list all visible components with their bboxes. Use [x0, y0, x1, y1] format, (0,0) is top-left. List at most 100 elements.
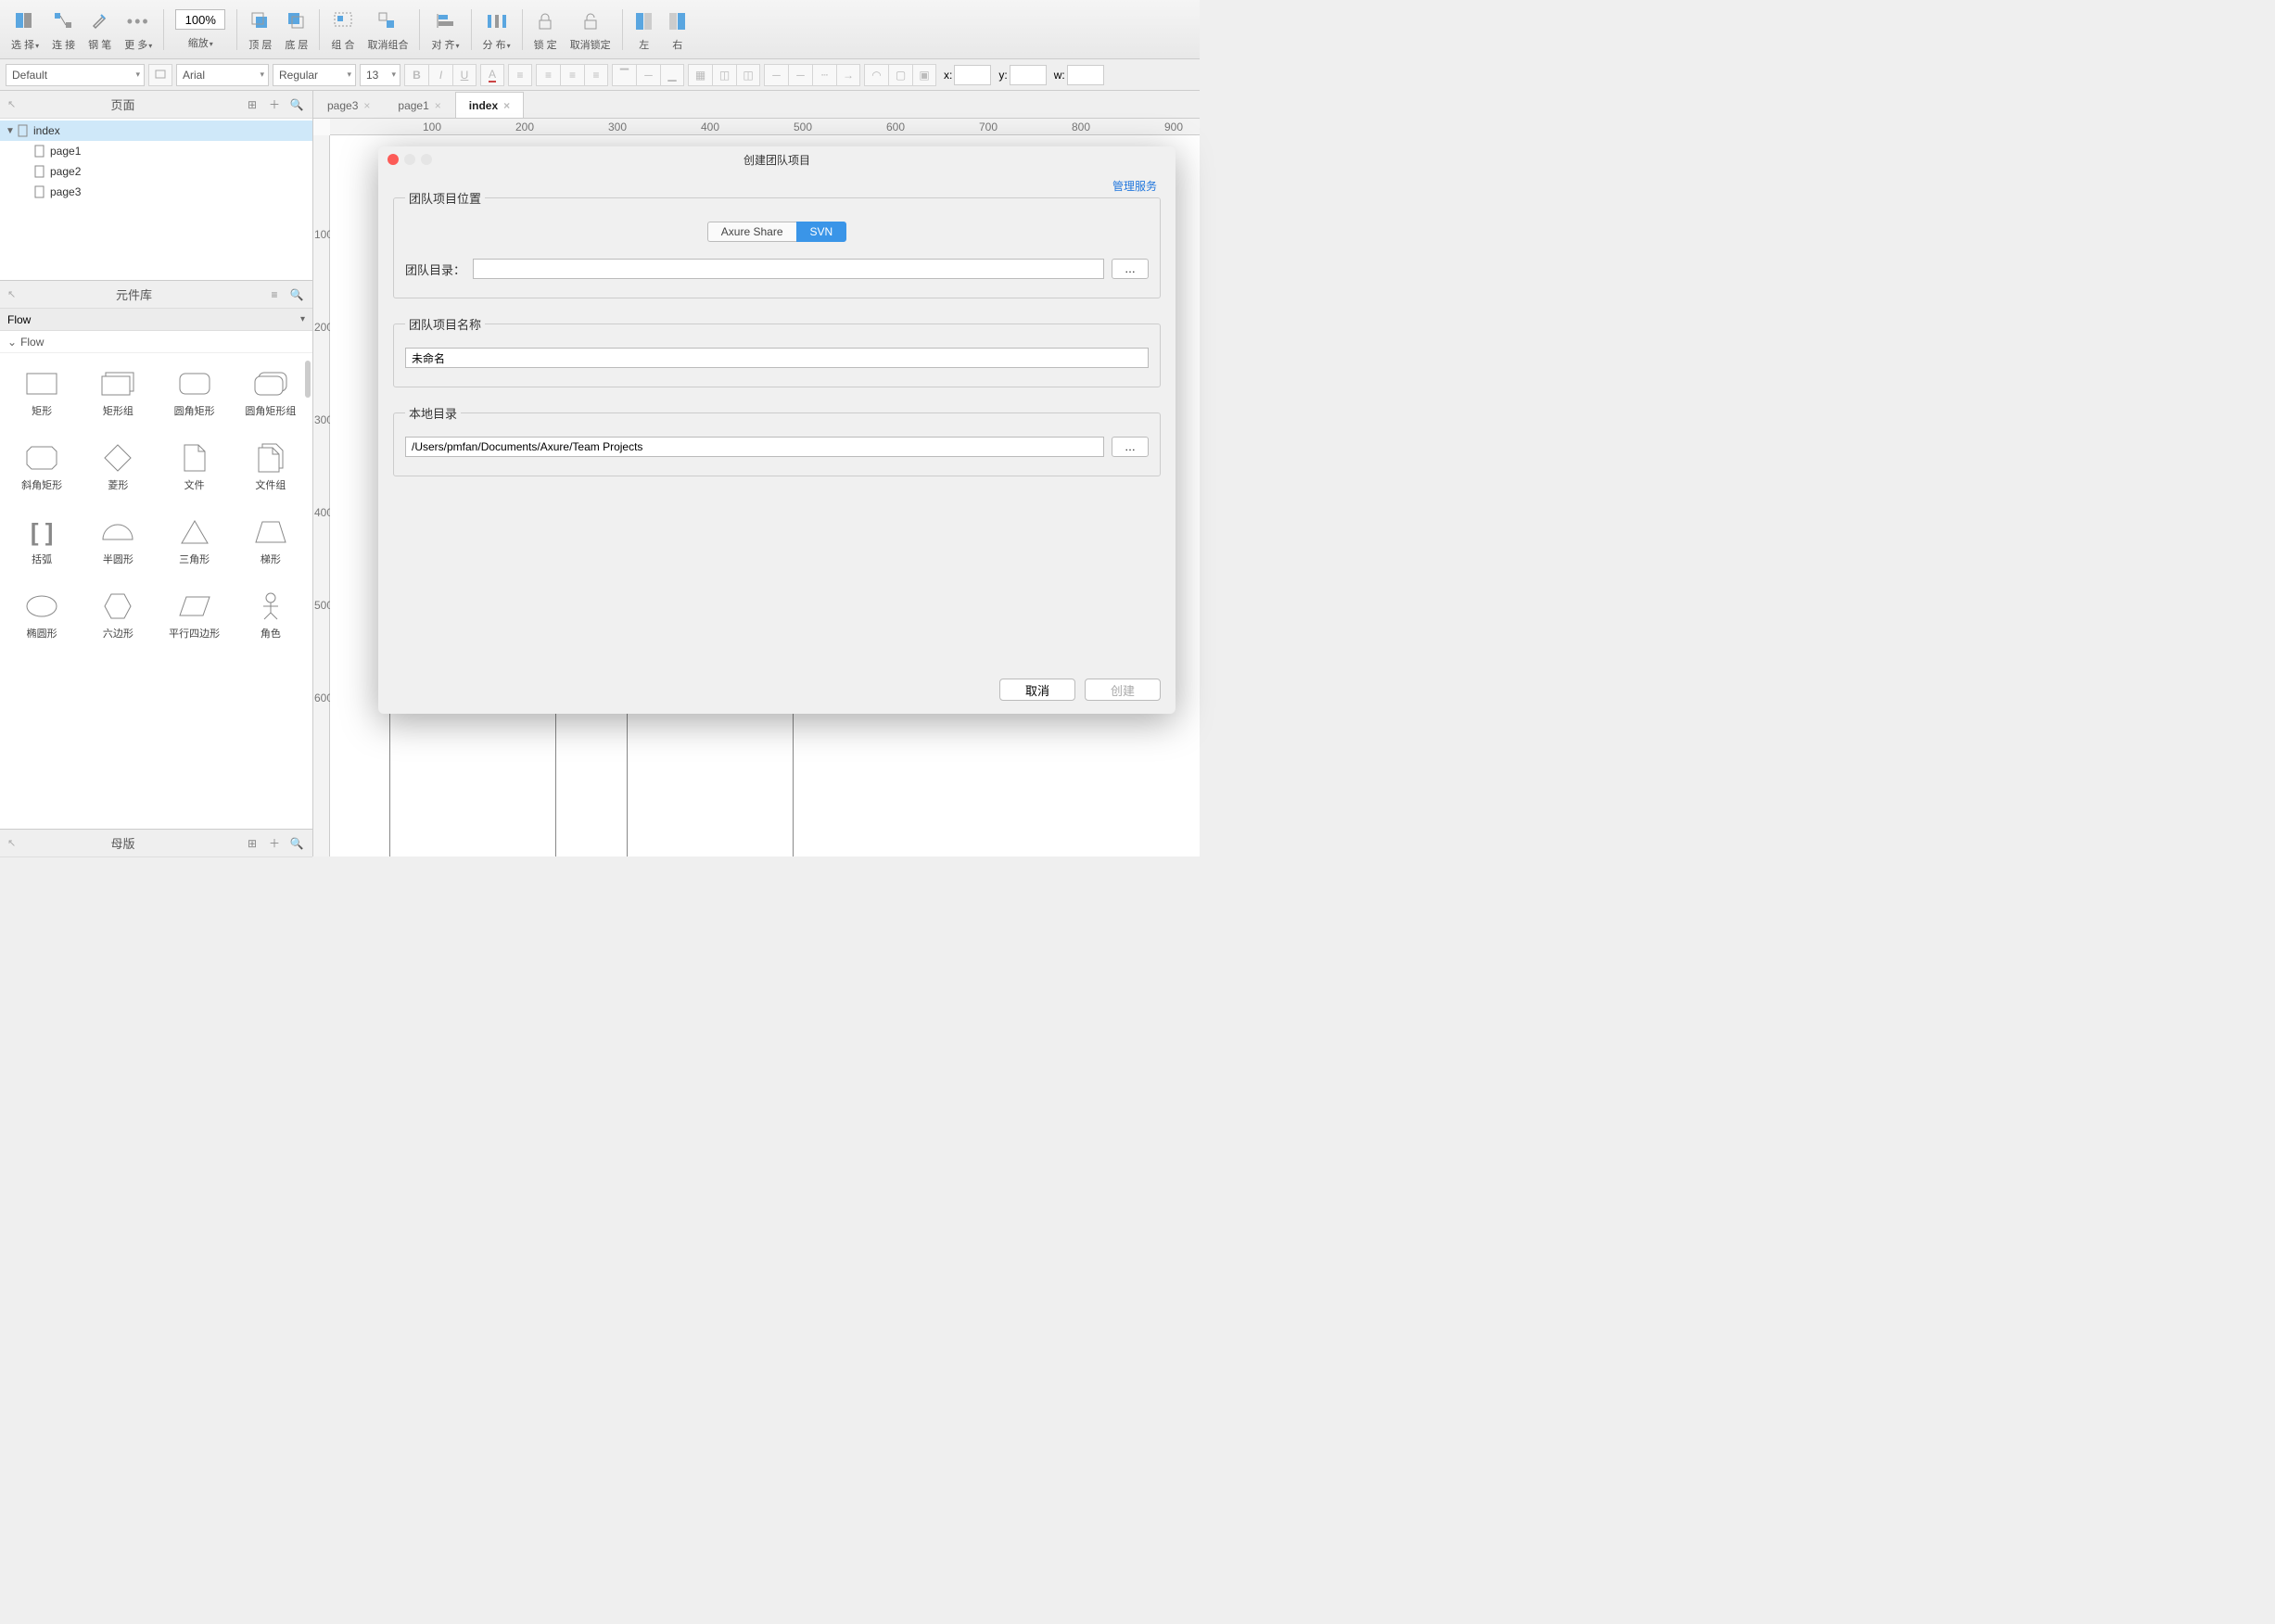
widget-file[interactable]: 文件 [157, 431, 233, 505]
group-button[interactable]: 组 合 [325, 4, 360, 56]
collapse-arrow-icon[interactable]: ↖ [7, 288, 16, 300]
search-icon[interactable]: 🔍 [288, 286, 305, 303]
library-select[interactable]: Flow [0, 309, 312, 331]
cancel-button[interactable]: 取消 [999, 679, 1075, 701]
valign-bot[interactable]: ▁ [660, 64, 684, 86]
pen-tool[interactable]: 钢 笔 [83, 4, 117, 56]
font-select[interactable]: Arial [176, 64, 269, 86]
tab-page3[interactable]: page3× [313, 92, 384, 118]
size-select[interactable]: 13 [360, 64, 400, 86]
library-category[interactable]: Flow [0, 331, 312, 353]
zoom-control[interactable]: 100% 缩放 [170, 4, 231, 56]
segment-svn[interactable]: SVN [796, 222, 847, 242]
segment-axshare[interactable]: Axure Share [707, 222, 796, 242]
widget-scrollbar[interactable] [305, 361, 311, 398]
inner-shadow-button[interactable]: ◫ [736, 64, 760, 86]
widget-diamond[interactable]: 菱形 [80, 431, 156, 505]
widget-rectangle[interactable]: 矩形 [4, 357, 80, 431]
style-copy-button[interactable] [148, 64, 172, 86]
menu-icon[interactable]: ≡ [266, 286, 283, 303]
widget-parallelogram[interactable]: 平行四边形 [157, 579, 233, 653]
widget-rectangle-group[interactable]: 矩形组 [80, 357, 156, 431]
align-right-text[interactable]: ≡ [584, 64, 608, 86]
line-color-button[interactable]: ─ [788, 64, 812, 86]
align-left-button[interactable]: 左 [629, 4, 660, 56]
italic-button[interactable]: I [428, 64, 452, 86]
fill-color-button[interactable]: ▦ [688, 64, 712, 86]
select-tool[interactable]: 选 择 [6, 4, 44, 56]
add-folder-icon[interactable]: ⊞ [244, 96, 261, 113]
create-button[interactable]: 创建 [1085, 679, 1161, 701]
widget-file-group[interactable]: 文件组 [233, 431, 309, 505]
page-row[interactable]: page1 [0, 141, 312, 161]
browse-local-dir-button[interactable]: … [1112, 437, 1149, 457]
align-button[interactable]: 对 齐 [426, 4, 464, 56]
weight-select[interactable]: Regular [273, 64, 356, 86]
widget-rounded-rect-group[interactable]: 圆角矩形组 [233, 357, 309, 431]
widget-actor[interactable]: 角色 [233, 579, 309, 653]
close-icon[interactable]: × [435, 99, 441, 112]
select-icon [14, 11, 36, 32]
close-icon[interactable]: × [503, 99, 510, 112]
window-controls[interactable] [388, 154, 432, 165]
bold-button[interactable]: B [404, 64, 428, 86]
widget-hexagon[interactable]: 六边形 [80, 579, 156, 653]
widget-bevel-rect[interactable]: 斜角矩形 [4, 431, 80, 505]
more-tool[interactable]: ••• 更 多 [119, 4, 158, 56]
project-name-input[interactable] [405, 348, 1149, 368]
connect-tool[interactable]: 连 接 [46, 4, 81, 56]
send-back[interactable]: 底 层 [279, 4, 313, 56]
add-master-icon[interactable]: ＋ [266, 835, 283, 852]
corner-radius-button[interactable]: ◠ [864, 64, 888, 86]
widget-triangle[interactable]: 三角形 [157, 505, 233, 579]
w-input[interactable] [1067, 65, 1104, 85]
collapse-arrow-icon[interactable]: ↖ [7, 837, 16, 849]
line-style-button[interactable]: ┄ [812, 64, 836, 86]
page-row[interactable]: page3 [0, 182, 312, 202]
outer-shadow-button[interactable]: ◫ [712, 64, 736, 86]
canvas-shape[interactable] [627, 710, 794, 856]
ungroup-button[interactable]: 取消组合 [362, 4, 413, 56]
arrow-style-button[interactable]: → [836, 64, 860, 86]
line-width-button[interactable]: ─ [764, 64, 788, 86]
collapse-arrow-icon[interactable]: ↖ [7, 98, 16, 110]
team-dir-input[interactable] [473, 259, 1104, 279]
y-input[interactable] [1010, 65, 1047, 85]
add-page-icon[interactable]: ＋ [266, 96, 283, 113]
page-row[interactable]: page2 [0, 161, 312, 182]
lock-button[interactable]: 锁 定 [528, 4, 563, 56]
widget-ellipse[interactable]: 椭圆形 [4, 579, 80, 653]
valign-top[interactable]: ▔ [612, 64, 636, 86]
widget-semicircle[interactable]: 半圆形 [80, 505, 156, 579]
tab-page1[interactable]: page1× [384, 92, 454, 118]
text-color-button[interactable]: A [480, 64, 504, 86]
distribute-button[interactable]: 分 布 [477, 4, 516, 56]
underline-button[interactable]: U [452, 64, 477, 86]
search-icon[interactable]: 🔍 [288, 96, 305, 113]
browse-team-dir-button[interactable]: … [1112, 259, 1149, 279]
unlock-button[interactable]: 取消锁定 [565, 4, 616, 56]
align-center-text[interactable]: ≡ [560, 64, 584, 86]
bring-front[interactable]: 顶 层 [243, 4, 277, 56]
x-input[interactable] [954, 65, 991, 85]
zoom-value[interactable]: 100% [175, 9, 225, 30]
close-window-icon[interactable] [388, 154, 399, 165]
widget-bracket[interactable]: [ ]括弧 [4, 505, 80, 579]
border-vis-button[interactable]: ▢ [888, 64, 912, 86]
valign-mid[interactable]: ─ [636, 64, 660, 86]
local-dir-input[interactable] [405, 437, 1104, 457]
widget-trapezoid[interactable]: 梯形 [233, 505, 309, 579]
canvas-shape[interactable] [389, 710, 556, 856]
widget-rounded-rect[interactable]: 圆角矩形 [157, 357, 233, 431]
padding-button[interactable]: ▣ [912, 64, 936, 86]
align-left-text[interactable]: ≡ [536, 64, 560, 86]
close-icon[interactable]: × [363, 99, 370, 112]
line-spacing-button[interactable]: ≡ [508, 64, 532, 86]
page-row-index[interactable]: ▼ index [0, 121, 312, 141]
style-select[interactable]: Default [6, 64, 145, 86]
manage-services-link[interactable]: 管理服务 [1112, 178, 1157, 194]
align-right-button[interactable]: 右 [662, 4, 693, 56]
search-icon[interactable]: 🔍 [288, 835, 305, 852]
tab-index[interactable]: index× [455, 92, 524, 118]
add-folder-icon[interactable]: ⊞ [244, 835, 261, 852]
